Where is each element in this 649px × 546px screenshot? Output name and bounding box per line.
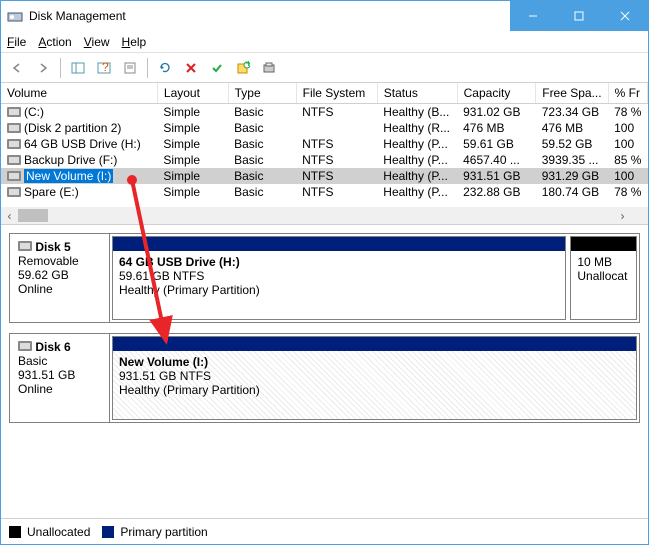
disk-6-info: Disk 6 Basic 931.51 GB Online — [10, 334, 110, 422]
properties-button[interactable] — [118, 56, 142, 80]
col-volume[interactable]: Volume — [1, 83, 157, 104]
minimize-button[interactable] — [510, 1, 556, 31]
delete-button[interactable] — [179, 56, 203, 80]
forward-button[interactable] — [31, 56, 55, 80]
drive-icon — [7, 123, 21, 133]
format-button[interactable] — [257, 56, 281, 80]
disk6-volume-i[interactable]: New Volume (I:) 931.51 GB NTFS Healthy (… — [112, 336, 637, 420]
drive-icon — [7, 171, 21, 181]
legend: Unallocated Primary partition — [1, 518, 648, 544]
disk-management-icon — [7, 8, 23, 24]
disk5-unallocated[interactable]: 10 MB Unallocat — [570, 236, 637, 320]
col-pct[interactable]: % Fr — [608, 83, 647, 104]
maximize-button[interactable] — [556, 1, 602, 31]
drive-icon — [7, 107, 21, 117]
col-free[interactable]: Free Spa... — [536, 83, 608, 104]
disk-6-card[interactable]: Disk 6 Basic 931.51 GB Online New Volume… — [9, 333, 640, 423]
menu-view[interactable]: View — [84, 35, 110, 49]
check-button[interactable] — [205, 56, 229, 80]
svg-text:+: + — [245, 61, 250, 70]
help-button[interactable]: ? — [92, 56, 116, 80]
table-row[interactable]: Backup Drive (F:)SimpleBasicNTFSHealthy … — [1, 152, 648, 168]
close-button[interactable] — [602, 1, 648, 31]
disk-graphical-view: Disk 5 Removable 59.62 GB Online 64 GB U… — [1, 225, 648, 431]
drive-icon — [18, 341, 32, 351]
table-row[interactable]: 64 GB USB Drive (H:)SimpleBasicNTFSHealt… — [1, 136, 648, 152]
back-button[interactable] — [5, 56, 29, 80]
volume-list[interactable]: Volume Layout Type File System Status Ca… — [1, 83, 648, 225]
menu-help[interactable]: Help — [122, 35, 147, 49]
disk5-volume-h[interactable]: 64 GB USB Drive (H:) 59.61 GB NTFS Healt… — [112, 236, 566, 320]
horizontal-scrollbar[interactable]: ‹ › — [1, 207, 631, 224]
scroll-right-icon[interactable]: › — [614, 207, 631, 224]
table-row[interactable]: New Volume (I:)SimpleBasicNTFSHealthy (P… — [1, 168, 648, 184]
drive-icon — [18, 241, 32, 251]
table-row[interactable]: Spare (E:)SimpleBasicNTFSHealthy (P...23… — [1, 184, 648, 200]
refresh-button[interactable] — [153, 56, 177, 80]
menu-action[interactable]: Action — [38, 35, 71, 49]
new-partition-button[interactable]: + — [231, 56, 255, 80]
col-type[interactable]: Type — [228, 83, 296, 104]
legend-unallocated-swatch — [9, 526, 21, 538]
menu-file[interactable]: File — [7, 35, 26, 49]
legend-primary-swatch — [102, 526, 114, 538]
col-status[interactable]: Status — [377, 83, 457, 104]
legend-primary-label: Primary partition — [120, 525, 207, 539]
menubar: File Action View Help — [1, 31, 648, 53]
disk-5-info: Disk 5 Removable 59.62 GB Online — [10, 234, 110, 322]
drive-icon — [7, 155, 21, 165]
col-layout[interactable]: Layout — [157, 83, 228, 104]
drive-icon — [7, 139, 21, 149]
window-title: Disk Management — [29, 9, 510, 23]
scroll-left-icon[interactable]: ‹ — [1, 207, 18, 224]
col-fs[interactable]: File System — [296, 83, 377, 104]
col-capacity[interactable]: Capacity — [457, 83, 536, 104]
drive-icon — [7, 187, 21, 197]
titlebar: Disk Management — [1, 1, 648, 31]
table-row[interactable]: (Disk 2 partition 2)SimpleBasicHealthy (… — [1, 120, 648, 136]
disk-5-card[interactable]: Disk 5 Removable 59.62 GB Online 64 GB U… — [9, 233, 640, 323]
toolbar: ? + — [1, 53, 648, 83]
scroll-thumb[interactable] — [18, 209, 48, 222]
legend-unallocated-label: Unallocated — [27, 525, 90, 539]
svg-text:?: ? — [102, 61, 109, 74]
table-row[interactable]: (C:)SimpleBasicNTFSHealthy (B...931.02 G… — [1, 104, 648, 121]
show-hide-tree-button[interactable] — [66, 56, 90, 80]
